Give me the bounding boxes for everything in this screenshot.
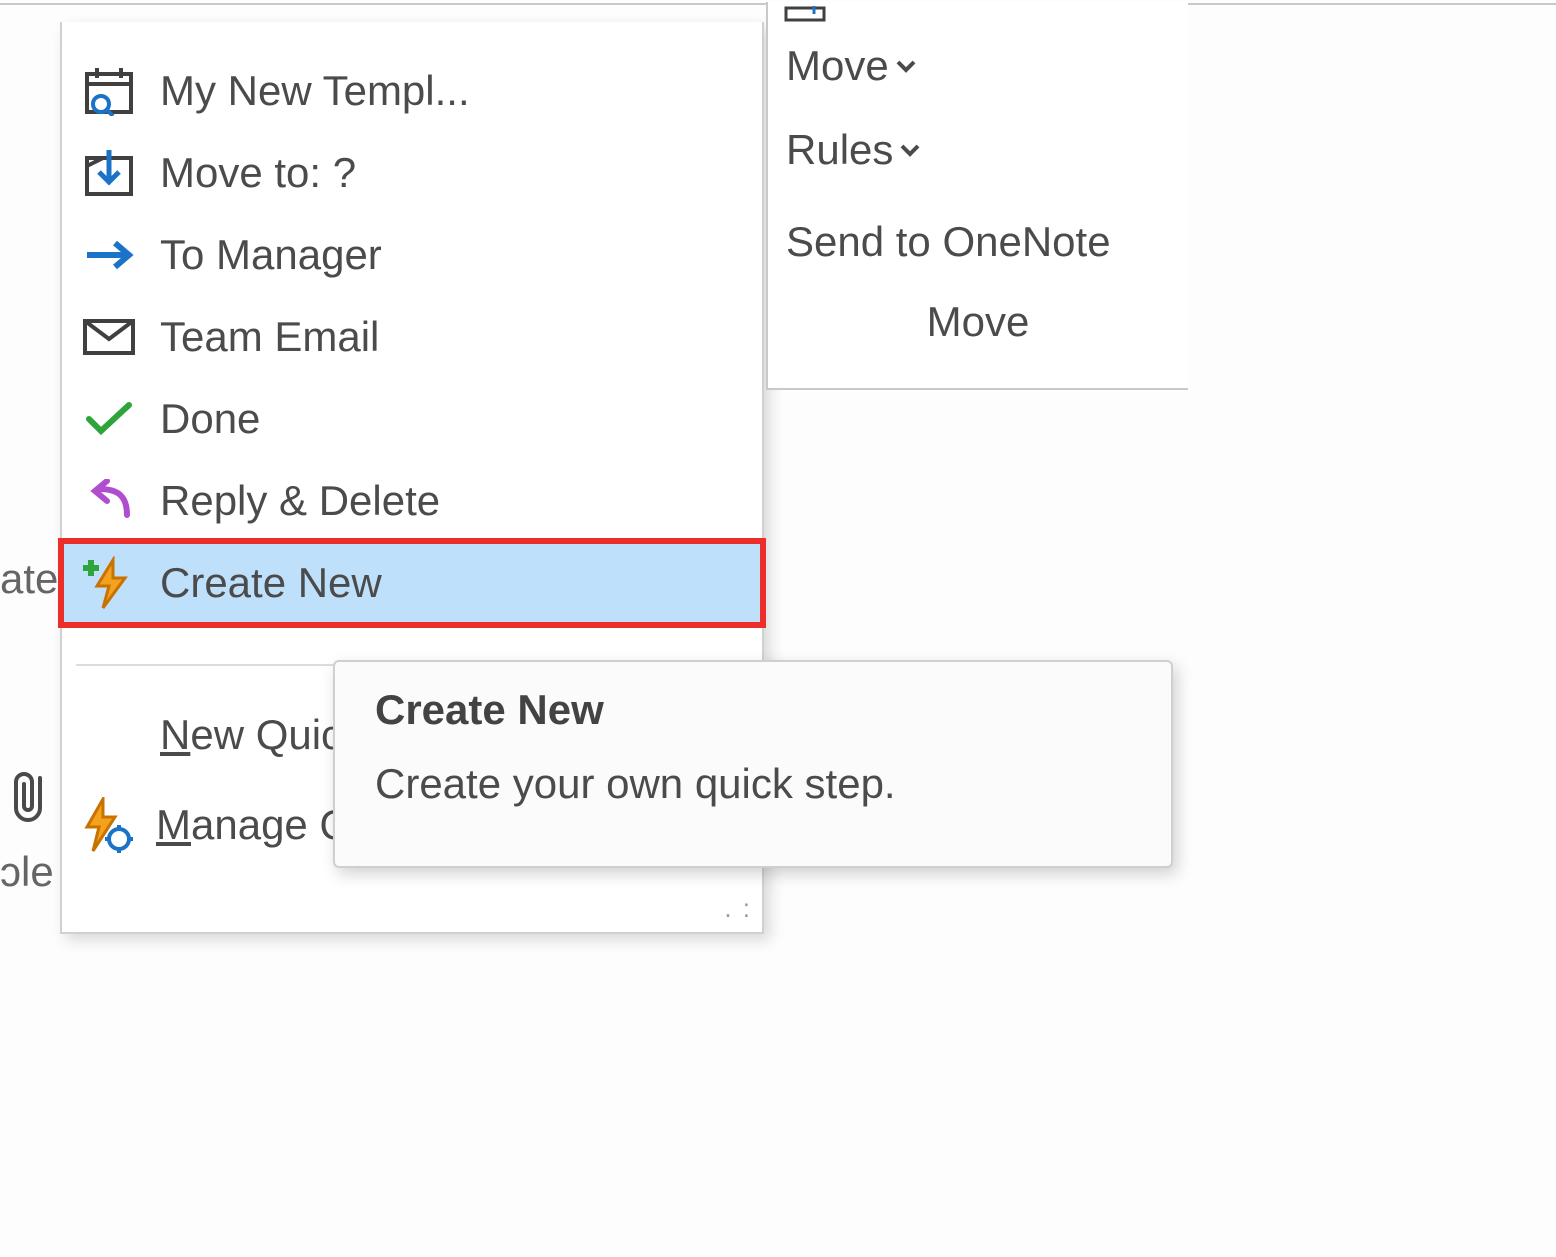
arrow-right-icon	[76, 227, 142, 283]
quick-step-create-new[interactable]: Create New	[62, 542, 762, 624]
folder-icon	[782, 0, 828, 39]
envelope-icon	[76, 309, 142, 365]
chevron-down-icon	[899, 142, 921, 158]
quick-step-to-manager[interactable]: To Manager	[62, 214, 762, 296]
quick-step-my-new-template[interactable]: My New Templ...	[62, 50, 762, 132]
reply-icon	[76, 473, 142, 529]
paperclip-icon	[12, 772, 52, 824]
clipped-text: ɔle	[0, 848, 54, 896]
tooltip-title: Create New	[375, 686, 1131, 734]
checkmark-icon	[76, 391, 142, 447]
move-button-partial-icon	[768, 2, 1188, 24]
resize-grip[interactable]: . :	[724, 893, 752, 924]
quick-step-done[interactable]: Done	[62, 378, 762, 460]
lightning-plus-icon	[76, 555, 142, 611]
calendar-search-icon	[76, 63, 142, 119]
quick-step-move-to[interactable]: Move to: ?	[62, 132, 762, 214]
tooltip-description: Create your own quick step.	[375, 760, 1131, 808]
send-to-onenote[interactable]: Send to OneNote	[768, 192, 1188, 292]
create-new-tooltip: Create New Create your own quick step.	[333, 660, 1173, 868]
quick-step-team-email[interactable]: Team Email	[62, 296, 762, 378]
move-ribbon-group: Move Rules Send to OneNote Move	[766, 2, 1188, 390]
quick-step-label: My New Templ...	[160, 70, 470, 112]
chevron-down-icon	[895, 58, 917, 74]
move-to-folder-icon	[76, 145, 142, 201]
rules-label: Rules	[786, 126, 893, 174]
quick-step-reply-delete[interactable]: Reply & Delete	[62, 460, 762, 542]
quick-steps-list: My New Templ... Move to: ? To Manage	[62, 22, 762, 634]
quick-step-label: Move to: ?	[160, 152, 356, 194]
move-dropdown[interactable]: Move	[768, 24, 1188, 108]
onenote-label: Send to OneNote	[786, 218, 1111, 266]
move-group-title: Move	[768, 298, 1188, 346]
lightning-gear-icon	[72, 797, 138, 853]
clipped-text: ate	[0, 555, 58, 603]
quick-step-label: Done	[160, 398, 260, 440]
quick-step-label: Reply & Delete	[160, 480, 440, 522]
quick-step-label: Team Email	[160, 316, 379, 358]
rules-dropdown[interactable]: Rules	[768, 108, 1188, 192]
quick-step-label: Create New	[160, 562, 382, 604]
move-label: Move	[786, 42, 889, 90]
quick-step-label: To Manager	[160, 234, 382, 276]
